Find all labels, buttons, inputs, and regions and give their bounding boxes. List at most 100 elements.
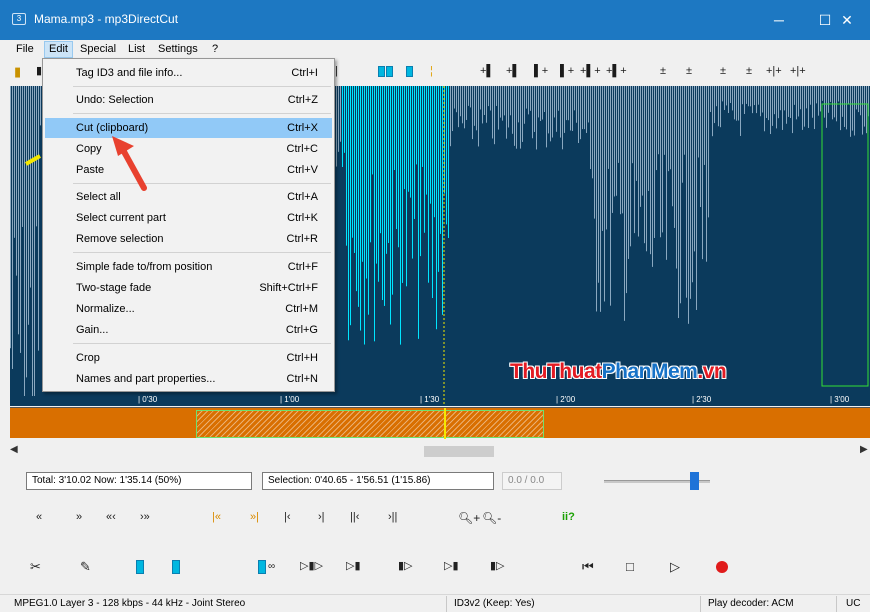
menu-item-undo[interactable]: Undo: Selection Ctrl+Z (45, 90, 332, 110)
menu-item-tag-id3[interactable]: Tag ID3 and file info... Ctrl+I (45, 63, 332, 83)
skip-start-icon[interactable]: ⏮︎ (582, 559, 594, 575)
go-to-start-icon[interactable]: |« (212, 511, 221, 523)
loop-icon[interactable]: ∞ (268, 561, 275, 572)
trim-icon[interactable]: ± (660, 65, 666, 78)
marker-icon[interactable]: ¦ (430, 65, 433, 78)
menu-settings[interactable]: Settings (154, 41, 202, 58)
waveform-bar (674, 86, 675, 228)
stop-icon[interactable]: □ (626, 559, 634, 574)
menu-item-select-all[interactable]: Select all Ctrl+A (45, 187, 332, 207)
waveform-bar (392, 86, 393, 295)
pause-mark-icon-2[interactable]: ± (746, 65, 752, 78)
minimize-button[interactable]: ─ (756, 0, 802, 40)
volume-slider-thumb[interactable] (690, 472, 700, 490)
cue-start-icon-2[interactable] (386, 66, 393, 77)
waveform-bar (20, 86, 21, 353)
waveform-bar (684, 86, 685, 155)
cue-mark-icon[interactable] (136, 560, 144, 574)
edit-pen-icon[interactable]: ✎ (80, 559, 91, 575)
zoom-in-icon[interactable]: 🔍︎+ (458, 511, 480, 525)
menu-item-remove-selection[interactable]: Remove selection Ctrl+R (45, 229, 332, 249)
scroll-left-icon[interactable]: ◀ (10, 444, 18, 455)
record-icon[interactable] (716, 561, 728, 573)
waveform-bar (518, 86, 519, 123)
menu-item-normalize[interactable]: Normalize... Ctrl+M (45, 299, 332, 319)
menu-item-shortcut: Ctrl+N (286, 373, 318, 385)
overview-bar[interactable] (10, 407, 870, 439)
selection-start-icon[interactable]: ||‹ (350, 511, 359, 523)
menu-edit[interactable]: Edit (44, 41, 73, 58)
menu-help[interactable]: ? (208, 41, 222, 58)
play-loop-icon[interactable] (258, 560, 266, 574)
next-cue-icon[interactable]: ›| (318, 511, 325, 523)
status-divider (446, 596, 447, 612)
step-forward-icon[interactable]: » (76, 511, 82, 523)
waveform-bar (496, 86, 497, 106)
open-folder-icon[interactable]: ▮ (14, 65, 21, 78)
menu-item-simple-fade[interactable]: Simple fade to/from position Ctrl+F (45, 257, 332, 277)
play-from-cue-icon[interactable]: ▮▷ (398, 559, 413, 572)
scroll-right-icon[interactable]: ▶ (860, 444, 868, 455)
menu-item-gain[interactable]: Gain... Ctrl+G (45, 320, 332, 340)
waveform-bar (782, 86, 783, 130)
waveform-bar (586, 86, 587, 133)
toolbar-icon-bracket[interactable]: | (335, 65, 338, 78)
step-back-icon[interactable]: « (36, 511, 42, 523)
menu-item-select-current-part[interactable]: Select current part Ctrl+K (45, 208, 332, 228)
play-icon[interactable]: ▷ (670, 559, 680, 575)
menu-item-two-stage-fade[interactable]: Two-stage fade Shift+Ctrl+F (45, 278, 332, 298)
menu-item-cut[interactable]: Cut (clipboard) Ctrl+X (45, 118, 332, 138)
waveform-bar (408, 86, 409, 192)
pause-detect-icon[interactable]: ii? (562, 511, 575, 523)
scissors-icon[interactable]: ✂ (30, 559, 41, 575)
waveform-bar (590, 86, 591, 170)
menu-item-names-part-properties[interactable]: Names and part properties... Ctrl+N (45, 369, 332, 389)
menu-special[interactable]: Special (76, 41, 120, 58)
zoom-out-icon[interactable]: 🔍︎- (482, 511, 501, 525)
overview-position-marker[interactable] (444, 408, 446, 439)
time-tick: | 1'00 (280, 395, 300, 404)
waveform-bar (706, 86, 707, 262)
set-begin-icon[interactable]: +▌ (480, 65, 494, 78)
play-around-icon[interactable]: ▷▮▷ (300, 559, 323, 572)
menu-item-crop[interactable]: Crop Ctrl+H (45, 348, 332, 368)
menu-list[interactable]: List (124, 41, 149, 58)
waveform-bar (28, 86, 29, 325)
set-begin-icon-2[interactable]: +▌ (506, 65, 520, 78)
pause-mark-icon[interactable]: ± (720, 65, 726, 78)
waveform-bar (748, 86, 749, 107)
move-mark-icon-2[interactable]: +|+ (790, 65, 806, 78)
selection-end-icon[interactable]: ›|| (388, 511, 397, 523)
waveform-bar (514, 86, 515, 146)
set-end-icon[interactable]: ▌+ (534, 65, 548, 78)
scroll-thumb[interactable] (424, 446, 494, 457)
go-to-end-icon[interactable]: »| (250, 511, 259, 523)
cue-icon[interactable] (406, 66, 413, 77)
menu-file[interactable]: File (12, 41, 38, 58)
split-icon-2[interactable]: +▌+ (606, 65, 627, 78)
jump-back-icon[interactable]: «‹ (106, 511, 116, 523)
waveform-bar (470, 86, 471, 108)
menu-item-paste[interactable]: Paste Ctrl+V (45, 160, 332, 180)
prev-cue-icon[interactable]: |‹ (284, 511, 291, 523)
close-button[interactable]: ✕ (824, 0, 870, 40)
menu-item-copy[interactable]: Copy Ctrl+C (45, 139, 332, 159)
move-mark-icon[interactable]: +|+ (766, 65, 782, 78)
waveform-bar (650, 86, 651, 255)
split-icon[interactable]: +▌+ (580, 65, 601, 78)
play-from-end-icon[interactable]: ▮▷ (490, 559, 505, 572)
play-to-end-icon[interactable]: ▷▮ (444, 559, 459, 572)
jump-forward-icon[interactable]: ›» (140, 511, 150, 523)
waveform-bar (664, 86, 665, 155)
waveform-bar (636, 86, 637, 181)
timeline-ruler: | 0'30 | 1'00 | 1'30 | 2'00 | 2'30 | 3'0… (10, 395, 870, 407)
horizontal-scrollbar[interactable]: ◀ ▶ (10, 443, 870, 460)
trim-icon-2[interactable]: ± (686, 65, 692, 78)
set-end-icon-2[interactable]: ▌+ (560, 65, 574, 78)
cue-start-icon[interactable] (378, 66, 385, 77)
play-to-cue-icon[interactable]: ▷▮ (346, 559, 361, 572)
cue-mark-icon-2[interactable] (172, 560, 180, 574)
waveform-bar (800, 86, 801, 110)
time-tick: | 2'00 (556, 395, 576, 404)
overview-selection[interactable] (196, 410, 544, 438)
